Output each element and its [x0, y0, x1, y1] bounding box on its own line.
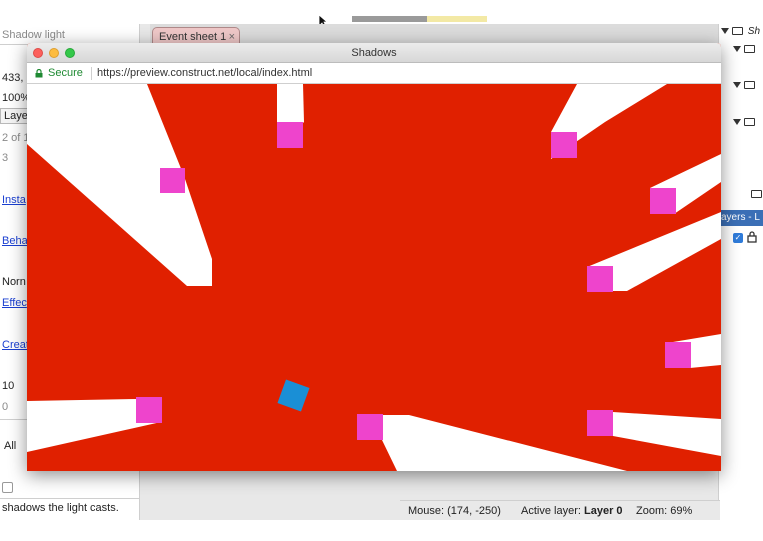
- instance-variables-link[interactable]: Insta: [2, 194, 26, 206]
- shadow-caster-box[interactable]: [551, 132, 577, 158]
- zoom-level: Zoom: 69%: [636, 505, 693, 517]
- tree-label: Sh: [747, 26, 761, 37]
- tree-row[interactable]: [733, 117, 755, 131]
- expand-triangle-icon[interactable]: [721, 28, 729, 35]
- shadow-caster-box[interactable]: [277, 122, 303, 148]
- tree-row[interactable]: [733, 80, 755, 94]
- value-field-ten[interactable]: 10: [2, 380, 14, 392]
- window-titlebar[interactable]: Shadows: [27, 43, 721, 63]
- project-panel: Sh ayers - L ✓: [718, 24, 763, 520]
- opacity-value[interactable]: 100%: [2, 92, 30, 104]
- folder-icon: [744, 45, 755, 54]
- game-scene: [27, 84, 721, 471]
- lock-icon[interactable]: [747, 231, 757, 243]
- game-canvas[interactable]: [27, 84, 721, 471]
- tree-row[interactable]: Sh: [721, 26, 760, 40]
- status-bar: Mouse: (174, -250) Active layer: Layer 0…: [400, 500, 720, 520]
- layer-visible-checkbox[interactable]: ✓: [733, 233, 743, 243]
- active-layer-value: Layer 0: [584, 505, 623, 517]
- number-value: 3: [2, 152, 9, 164]
- active-layer-label: Active layer:: [521, 505, 581, 517]
- url-field[interactable]: https://preview.construct.net/local/inde…: [97, 63, 312, 83]
- folder-icon: [744, 118, 755, 127]
- checkbox[interactable]: [2, 482, 13, 493]
- expand-triangle-icon[interactable]: [733, 119, 741, 126]
- shadow-caster-box[interactable]: [650, 188, 676, 214]
- position-value[interactable]: 433,: [2, 72, 23, 84]
- editor-top-bar: [0, 0, 763, 24]
- preview-window: Shadows Secure https://preview.construct…: [27, 43, 721, 471]
- shadow-caster-box[interactable]: [136, 397, 162, 423]
- editor-bottom: [0, 520, 763, 541]
- effects-link[interactable]: Effec: [2, 297, 27, 309]
- create-link[interactable]: Creat: [2, 339, 29, 351]
- shadow-caster-box[interactable]: [160, 168, 185, 193]
- shadow-caster-box[interactable]: [587, 410, 613, 436]
- value-field-zero[interactable]: 0: [2, 401, 8, 413]
- window-title: Shadows: [351, 47, 397, 59]
- expand-triangle-icon[interactable]: [733, 46, 741, 53]
- toolbar-strip-highlight: [427, 16, 487, 22]
- blend-mode-select[interactable]: Norn: [2, 276, 26, 288]
- property-description: shadows the light casts.: [2, 502, 119, 514]
- shadow-caster-box[interactable]: [587, 266, 613, 292]
- tree-row[interactable]: [751, 189, 762, 203]
- shadow-caster-box[interactable]: [665, 342, 691, 368]
- mouse-coordinates: Mouse: (174, -250): [408, 505, 501, 517]
- toolbar-strip: [352, 16, 427, 22]
- secure-label: Secure: [48, 67, 83, 79]
- tab-label: Event sheet 1: [159, 31, 227, 43]
- behaviors-link[interactable]: Beha: [2, 235, 28, 247]
- all-button[interactable]: All: [4, 440, 16, 452]
- tree-row[interactable]: [733, 44, 755, 58]
- shadow-caster-box[interactable]: [357, 414, 383, 440]
- address-bar[interactable]: Secure https://preview.construct.net/loc…: [27, 63, 721, 84]
- divider: [91, 67, 92, 80]
- divider: [0, 498, 139, 499]
- instance-count: 2 of 1: [2, 132, 30, 144]
- layer-select[interactable]: Laye: [0, 108, 30, 124]
- folder-icon: [744, 81, 755, 90]
- secure-lock-icon: [35, 69, 43, 78]
- folder-icon: [732, 27, 743, 36]
- object-name-label: Shadow light: [2, 29, 65, 41]
- expand-triangle-icon[interactable]: [733, 82, 741, 89]
- folder-icon: [751, 190, 762, 199]
- layers-panel-header: ayers - L: [719, 210, 763, 226]
